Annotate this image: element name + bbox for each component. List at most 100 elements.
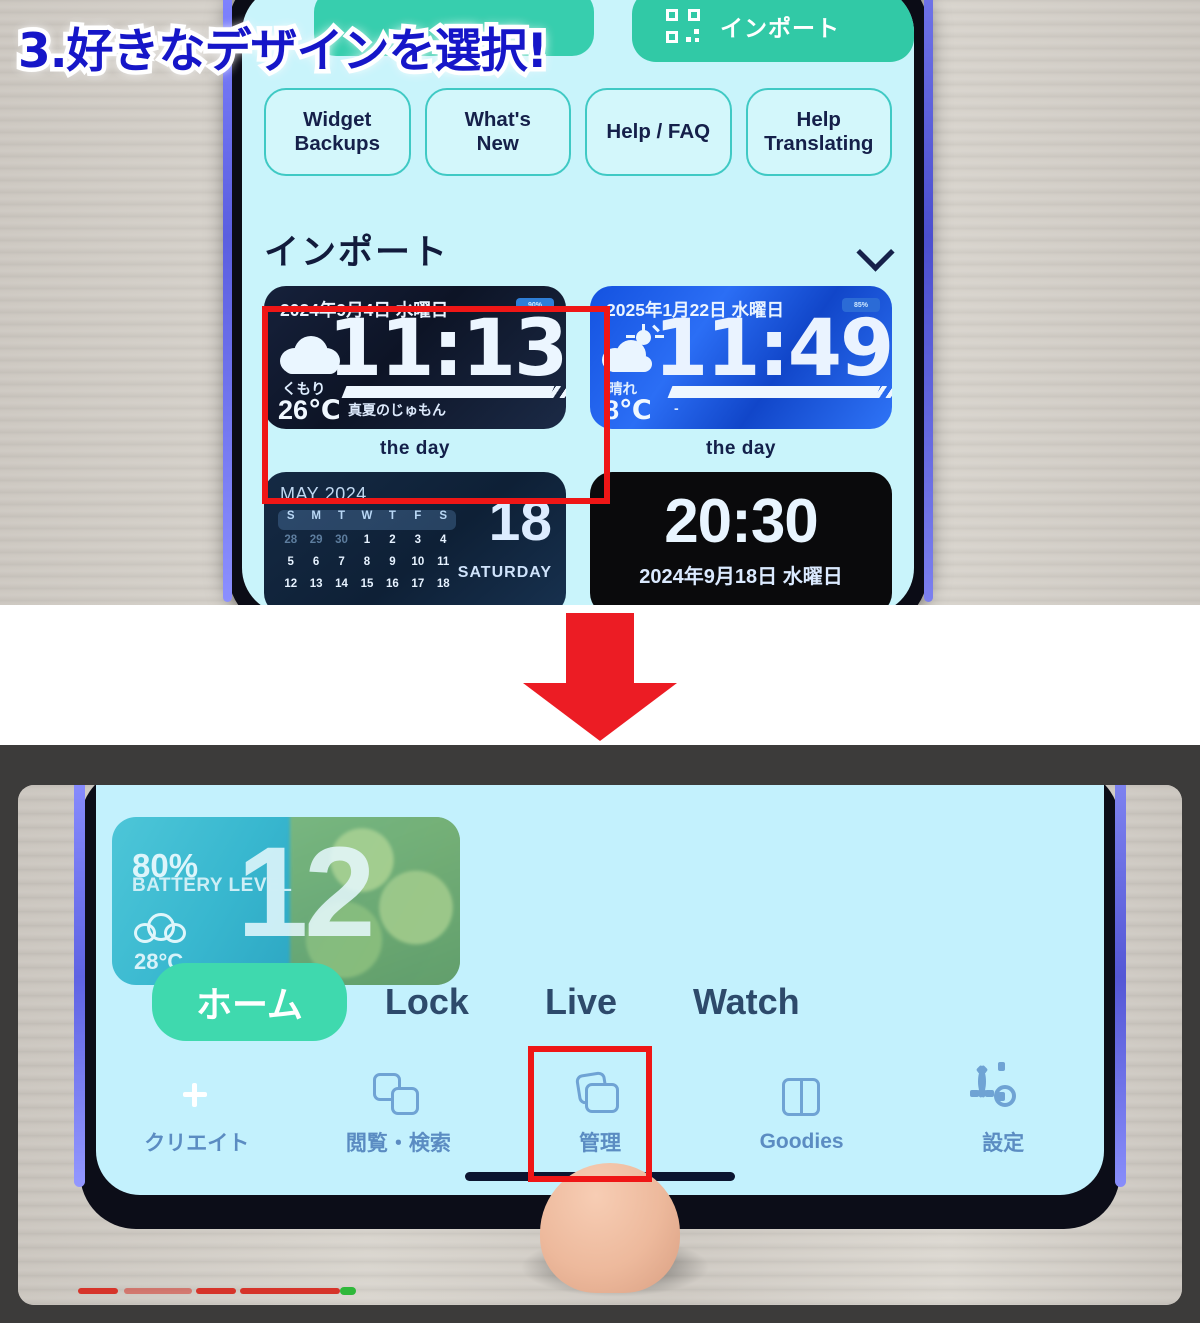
top-screenshot-panel: インポート Widget Backups What's New Help / F… [0, 0, 1200, 605]
import-section-title: インポート [264, 233, 450, 272]
widget-preview-blue-clock[interactable]: 2025年1月22日 水曜日 85% 11:49 晴れ 8℃ - [590, 286, 892, 429]
help-translating-line1: Help [796, 107, 841, 131]
bottom-screenshot-panel: Calendar & Date Castor 12 80% BATTERY LE… [0, 745, 1200, 1323]
nav-item-settings[interactable]: 設定 [902, 1057, 1104, 1173]
widget-backups-line2: Backups [294, 132, 380, 155]
cal-day: 18 [436, 578, 450, 590]
help-faq-button[interactable]: Help / FAQ [585, 88, 732, 176]
nav-item-browse-search[interactable]: 閲覧・検索 [298, 1057, 500, 1173]
finger-touch [540, 1163, 680, 1293]
whats-new-button[interactable]: What's New [424, 88, 571, 176]
calendar-weekday-header: S M T W T F S [278, 510, 456, 530]
selection-highlight-manage-nav [528, 1046, 652, 1182]
calendar-week-row: 5 6 7 8 9 10 11 [278, 556, 456, 568]
cal-day: 12 [284, 578, 298, 590]
cal-hdr-s1: S [286, 510, 295, 522]
calendar-week-row: 12 13 14 15 16 17 18 [278, 578, 456, 590]
cut-off-labels-row: Calendar & Date Castor [96, 785, 1104, 791]
nav-label-create: クリエイト [144, 1132, 250, 1155]
cal-day: 13 [309, 578, 323, 590]
two-squares-icon [373, 1073, 423, 1119]
help-translating-line2: Translating [764, 132, 874, 155]
widget-backups-button[interactable]: Widget Backups [264, 88, 411, 176]
nav-label-goodies: Goodies [759, 1130, 844, 1153]
cal-day: 6 [312, 556, 320, 568]
tab-lock[interactable]: Lock [347, 981, 507, 1023]
cal-day: 14 [335, 578, 348, 590]
tutorial-banner-title: 3.好きなデザインを選択! [14, 20, 553, 84]
help-translating-button[interactable]: Help Translating [745, 88, 892, 176]
cal-day: 3 [414, 534, 422, 546]
cal-day: 2 [389, 534, 396, 546]
tab-watch[interactable]: Watch [655, 981, 838, 1023]
cal-hdr-m: M [311, 510, 321, 522]
chevron-down-icon[interactable] [858, 233, 892, 267]
cal-day: 7 [338, 556, 345, 568]
whats-new-line1: What's [464, 107, 531, 131]
split-panel-icon [777, 1076, 827, 1122]
video-frame: Calendar & Date Castor 12 80% BATTERY LE… [18, 785, 1182, 1305]
cal-hdr-w: W [361, 510, 373, 522]
widget2-progress-bar-hatch [831, 386, 892, 398]
help-faq-label: Help / FAQ [606, 119, 711, 143]
cal-day: 16 [386, 578, 399, 590]
down-arrow-icon [523, 613, 677, 741]
option-buttons-row: Widget Backups What's New Help / FAQ Hel… [264, 88, 892, 176]
arrow-stem [566, 613, 634, 689]
plus-square-icon [172, 1073, 222, 1119]
phone-screen-top: インポート Widget Backups What's New Help / F… [242, 0, 914, 605]
nav-label-settings: 設定 [982, 1132, 1025, 1155]
nav-item-goodies[interactable]: Goodies [701, 1057, 903, 1173]
qr-code-icon [666, 9, 700, 43]
phone-device-top: インポート Widget Backups What's New Help / F… [223, 0, 933, 605]
widget-cell-the-day-blue[interactable]: 2025年1月22日 水曜日 85% 11:49 晴れ 8℃ - the day [590, 286, 892, 460]
cal-day: 4 [440, 534, 447, 546]
cal-hdr-f: F [414, 510, 422, 522]
cal-day: 17 [411, 578, 425, 590]
whats-new-line2: New [476, 132, 519, 155]
widget-backups-line1: Widget [303, 107, 372, 131]
tab-live[interactable]: Live [507, 981, 655, 1023]
cal-day: 8 [363, 556, 371, 568]
nav-item-create[interactable]: クリエイト [96, 1057, 298, 1173]
cal-day: 10 [411, 556, 425, 568]
import-button[interactable]: インポート [632, 0, 914, 62]
widget-cell-black-clock[interactable]: 20:30 2024年9月18日 水曜日 [590, 472, 892, 605]
calendar-week-row: 28 29 30 1 2 3 4 [278, 534, 456, 546]
gear-icon [970, 1062, 1028, 1119]
video-progress-bar[interactable] [78, 1287, 358, 1295]
cal-day: 15 [360, 578, 374, 590]
cal-day: 9 [389, 556, 396, 568]
widget-preview-black-clock[interactable]: 20:30 2024年9月18日 水曜日 [590, 472, 892, 605]
cal-day: 1 [363, 534, 371, 546]
widget2-temperature: 8℃ [604, 395, 652, 425]
cal-hdr-t1: T [338, 510, 346, 522]
widget4-date: 2024年9月18日 水曜日 [639, 566, 843, 588]
widget2-time: 11:49 [654, 304, 892, 394]
selection-highlight-widget1 [262, 306, 610, 504]
widget2-caption: the day [705, 438, 777, 459]
cal-day: 29 [309, 534, 323, 546]
widget4-time: 20:30 [664, 487, 819, 556]
cal-hdr-s2: S [439, 510, 448, 522]
nav-label-browse-search: 閲覧・検索 [345, 1132, 451, 1155]
cloud-icon [134, 913, 188, 947]
cal-day: 30 [335, 534, 348, 546]
separator-band [0, 605, 1200, 745]
battery-widget-label: BATTERY LEVEL [132, 875, 293, 896]
widget-category-tabs: ホーム Lock Live Watch [152, 963, 838, 1041]
widget2-note: - [674, 400, 679, 416]
arrow-head [523, 683, 677, 741]
cal-day: 11 [437, 556, 450, 568]
tab-home[interactable]: ホーム [152, 963, 347, 1041]
cut-label-castor: Castor [754, 785, 833, 792]
cal-day: 5 [287, 556, 294, 568]
progress-marker[interactable] [340, 1287, 356, 1295]
import-button-label: インポート [720, 15, 840, 41]
screenshot-root: インポート Widget Backups What's New Help / F… [0, 0, 1200, 1323]
cut-label-calendar-date: Calendar & Date [224, 785, 417, 792]
import-section-header[interactable]: インポート [264, 224, 892, 275]
battery-level-widget-preview[interactable]: 12 80% BATTERY LEVEL 28°C [112, 817, 460, 985]
cal-day: 28 [284, 534, 298, 546]
calendar-day-name: SATURDAY [457, 564, 552, 581]
